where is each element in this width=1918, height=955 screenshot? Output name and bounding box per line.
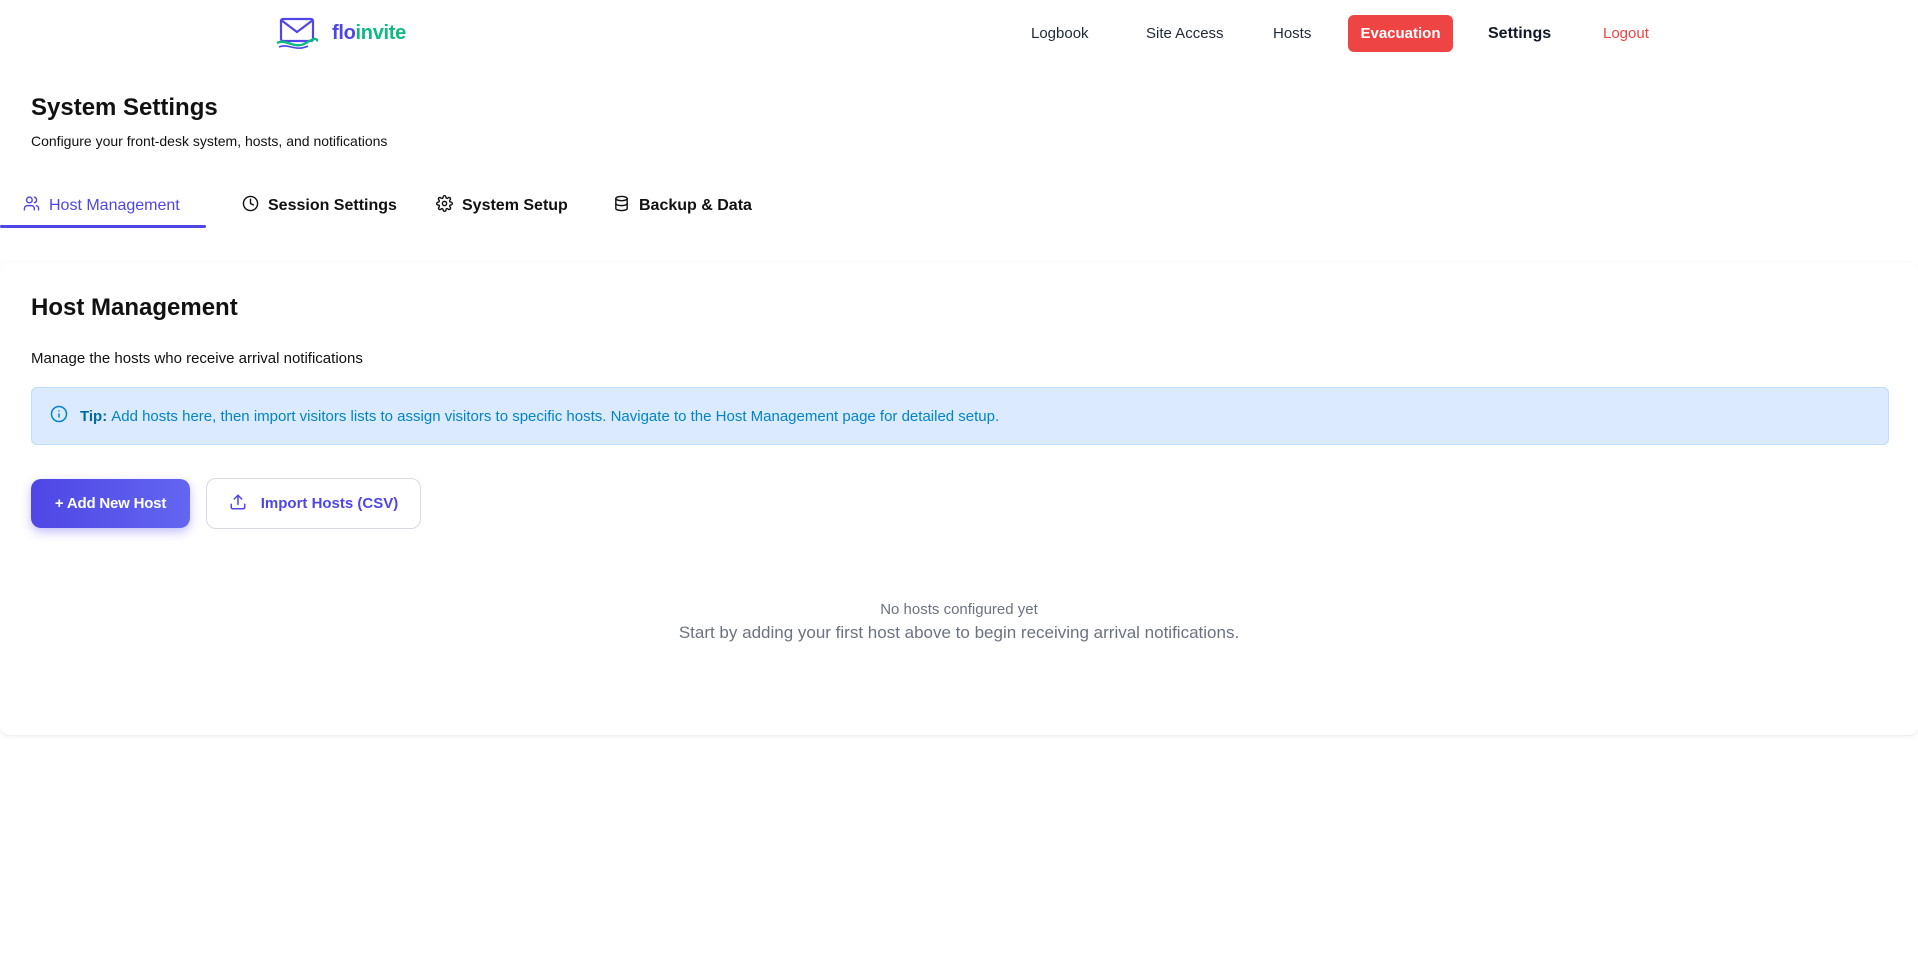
add-new-host-button[interactable]: + Add New Host <box>31 479 190 528</box>
tab-label: Backup & Data <box>639 197 752 214</box>
page-subtitle: Configure your front-desk system, hosts,… <box>31 133 388 149</box>
clock-icon <box>242 195 259 217</box>
users-icon <box>23 195 40 217</box>
section-title: Host Management <box>31 294 238 321</box>
host-management-panel: Host Management Manage the hosts who rec… <box>0 262 1918 736</box>
database-icon <box>613 195 630 217</box>
nav-site-access[interactable]: Site Access <box>1146 15 1224 52</box>
tab-label: System Setup <box>462 197 568 214</box>
tab-label: Host Management <box>49 197 180 214</box>
tab-host-management[interactable]: Host Management <box>23 184 180 228</box>
import-button-label: Import Hosts (CSV) <box>260 495 399 512</box>
tip-label: Tip: <box>80 407 108 425</box>
import-hosts-csv-button[interactable]: Import Hosts (CSV) <box>206 478 421 529</box>
top-navbar: floinvite Logbook Site Access Hosts Evac… <box>0 0 1918 66</box>
section-description: Manage the hosts who receive arrival not… <box>31 350 363 367</box>
gear-icon <box>436 195 453 217</box>
tab-system-setup[interactable]: System Setup <box>436 184 568 228</box>
nav-evacuation-button[interactable]: Evacuation <box>1348 15 1453 52</box>
page-title: System Settings <box>31 94 218 121</box>
empty-state-description: Start by adding your first host above to… <box>678 623 1240 642</box>
settings-tabs: Host Management Session Settings System … <box>0 184 800 228</box>
tip-banner: Tip: Add hosts here, then import visitors… <box>31 387 1889 445</box>
nav-hosts[interactable]: Hosts <box>1273 15 1311 52</box>
upload-icon <box>229 493 247 515</box>
info-icon <box>50 405 68 427</box>
nav-logout[interactable]: Logout <box>1603 15 1649 52</box>
main-nav: Logbook Site Access Hosts Evacuation Set… <box>0 15 1918 52</box>
active-tab-indicator <box>0 225 206 228</box>
nav-settings[interactable]: Settings <box>1488 15 1551 52</box>
tip-message: Add hosts here, then import visitors lis… <box>111 407 1000 425</box>
tab-session-settings[interactable]: Session Settings <box>242 184 397 228</box>
nav-logbook[interactable]: Logbook <box>1031 15 1089 52</box>
tip-text: Tip: Add hosts here, then import visitors… <box>80 408 999 425</box>
tab-backup-data[interactable]: Backup & Data <box>613 184 752 228</box>
tab-label: Session Settings <box>268 197 397 214</box>
empty-state-title: No hosts configured yet <box>880 601 1038 618</box>
